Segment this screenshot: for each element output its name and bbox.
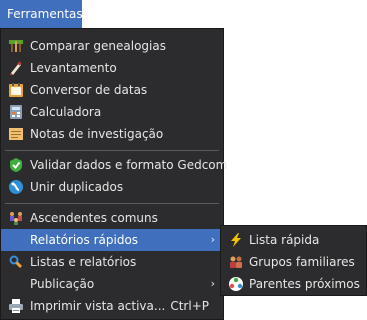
- submenu-arrow-icon: ›: [210, 233, 215, 246]
- survey-icon: [8, 60, 24, 76]
- menu-item-date-converter[interactable]: Conversor de datas: [1, 79, 223, 101]
- menu-separator: [5, 150, 219, 151]
- calculator-icon: [8, 104, 24, 120]
- printer-icon: [8, 298, 24, 314]
- quick-reports-submenu: Lista rápida Grupos familiares Parentes …: [220, 225, 367, 296]
- menu-tools[interactable]: Ferramentas: [0, 0, 83, 29]
- shortcut-label: Ctrl+P: [170, 299, 209, 313]
- menu-item-publication[interactable]: Publicação ›: [1, 273, 223, 295]
- menu-item-compare-trees[interactable]: Comparar genealogias: [1, 35, 223, 57]
- validate-check-icon: [8, 157, 24, 173]
- submenu-item-close-relatives[interactable]: Parentes próximos: [221, 273, 366, 295]
- close-relatives-icon: [228, 276, 244, 292]
- family-group-icon: [228, 254, 244, 270]
- menu-item-research-notes[interactable]: Notas de investigação: [1, 123, 223, 145]
- compare-trees-icon: [8, 38, 24, 54]
- menu-item-validate-gedcom[interactable]: Validar dados e formato Gedcom: [1, 154, 227, 176]
- menu-item-survey[interactable]: Levantamento: [1, 57, 223, 79]
- common-ancestors-icon: [8, 210, 24, 226]
- menu-item-common-ancestors[interactable]: Ascendentes comuns: [1, 207, 223, 229]
- merge-duplicates-icon: [8, 179, 24, 195]
- menu-item-calculator[interactable]: Calculadora: [1, 101, 223, 123]
- tools-dropdown-menu: Comparar genealogias Levantamento Conver…: [0, 28, 227, 320]
- menu-item-merge-duplicates[interactable]: Unir duplicados: [1, 176, 223, 198]
- submenu-item-family-groups[interactable]: Grupos familiares: [221, 251, 366, 273]
- submenu-item-quick-list[interactable]: Lista rápida: [221, 229, 366, 251]
- lightning-icon: [228, 232, 244, 248]
- menu-item-lists-reports[interactable]: Listas e relatórios: [1, 251, 223, 273]
- menu-item-quick-reports[interactable]: Relatórios rápidos ›: [1, 229, 223, 251]
- submenu-arrow-icon: ›: [210, 277, 215, 290]
- lists-reports-icon: [8, 254, 24, 270]
- menu-item-print-active-view[interactable]: Imprimir vista activa... Ctrl+P: [1, 295, 223, 317]
- date-converter-icon: [8, 82, 24, 98]
- research-notes-icon: [8, 126, 24, 142]
- menu-separator: [5, 203, 219, 204]
